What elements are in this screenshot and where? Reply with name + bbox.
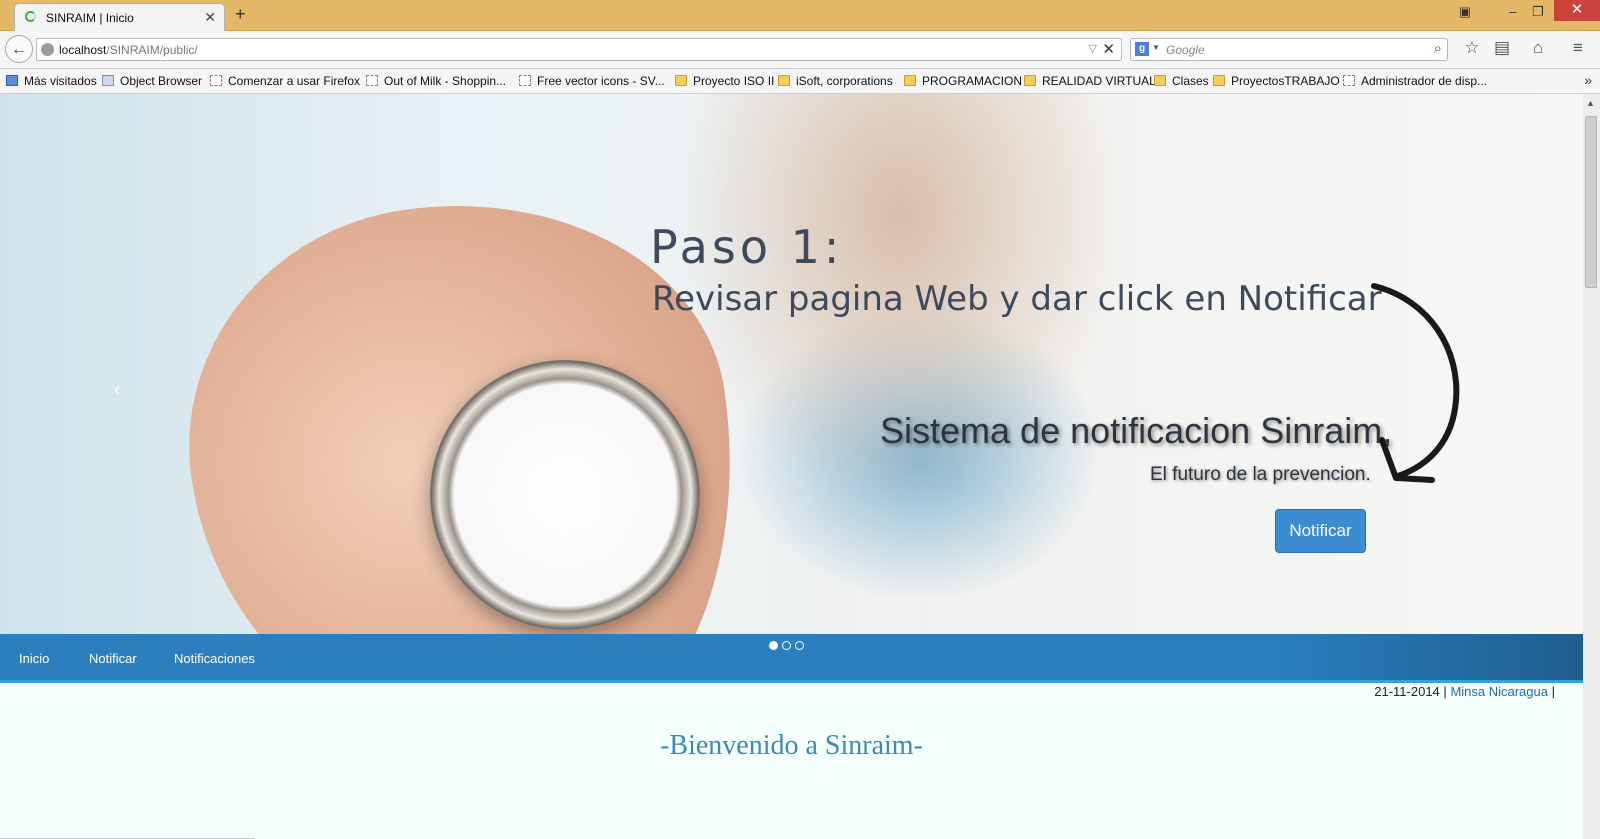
minimize-icon[interactable]: – xyxy=(1500,2,1526,22)
url-bar[interactable]: localhost/SINRAIM/public/ ▽ ✕ xyxy=(36,38,1122,61)
scrollbar-thumb[interactable] xyxy=(1585,116,1597,288)
menu-item-notificaciones[interactable]: Notificaciones xyxy=(174,651,255,666)
bookmark-item[interactable]: Proyecto ISO II xyxy=(675,74,774,88)
menu-item-notificar[interactable]: Notificar xyxy=(89,651,137,666)
step-title: Paso 1: xyxy=(650,220,844,274)
page-icon xyxy=(1343,75,1355,86)
carousel-indicators xyxy=(769,639,808,653)
browser-tab[interactable]: SINRAIM | Inicio ✕ xyxy=(14,3,225,31)
carousel-prev-icon[interactable]: ‹ xyxy=(114,379,121,402)
curved-arrow-icon xyxy=(1371,283,1460,483)
most-visited-icon xyxy=(6,75,18,86)
carousel-indicator[interactable] xyxy=(795,641,804,650)
page-icon xyxy=(210,75,222,86)
minsa-link[interactable]: Minsa Nicaragua xyxy=(1450,684,1548,699)
restore-icon[interactable]: ❐ xyxy=(1525,2,1551,22)
loading-spinner-icon xyxy=(25,11,36,22)
tab-bar: SINRAIM | Inicio ✕ + ▣ – ❐ ✕ xyxy=(0,0,1600,31)
notificar-button[interactable]: Notificar xyxy=(1275,509,1366,553)
bookmark-item[interactable]: Comenzar a usar Firefox xyxy=(210,74,360,88)
main-menu: Inicio Notificar Notificaciones xyxy=(0,634,1583,683)
bookmark-item[interactable]: Administrador de disp... xyxy=(1343,74,1487,88)
menu-icon[interactable]: ≡ xyxy=(1566,38,1590,58)
bookmark-item[interactable]: ProyectosTRABAJO xyxy=(1213,74,1340,88)
bookmark-item[interactable]: Free vector icons - SV... xyxy=(519,74,665,88)
search-placeholder: Google xyxy=(1166,43,1205,57)
search-icon[interactable]: ⌕ xyxy=(1434,40,1442,57)
page-icon xyxy=(519,75,531,86)
date-line: 21-11-2014 | Minsa Nicaragua | xyxy=(1374,684,1555,699)
folder-icon xyxy=(675,75,687,86)
google-icon[interactable]: g xyxy=(1135,42,1149,56)
page-icon xyxy=(102,75,114,86)
hero-headline: Sistema de notificacion Sinraim, xyxy=(880,410,1393,451)
back-arrow-icon: ← xyxy=(11,41,27,58)
bookmark-item[interactable]: PROGRAMACION xyxy=(904,74,1022,88)
bookmarks-list-icon[interactable]: ▤ xyxy=(1490,38,1514,58)
page-icon xyxy=(366,75,378,86)
bookmark-item[interactable]: Object Browser xyxy=(102,74,202,88)
bookmark-item[interactable]: Clases xyxy=(1154,74,1209,88)
carousel-indicator[interactable] xyxy=(782,641,791,650)
close-tab-icon[interactable]: ✕ xyxy=(204,9,216,26)
window-close-icon[interactable]: ✕ xyxy=(1554,0,1600,21)
menu-item-inicio[interactable]: Inicio xyxy=(19,651,49,666)
url-text: localhost/SINRAIM/public/ xyxy=(59,43,198,57)
bookmark-star-icon[interactable]: ☆ xyxy=(1460,38,1484,58)
hero-carousel: ‹ › Paso 1: Revisar pagina Web y dar cli… xyxy=(0,94,1583,634)
hero-tagline: El futuro de la prevencion. xyxy=(1150,464,1371,485)
back-button[interactable]: ← xyxy=(5,35,33,63)
bookmark-item[interactable]: Más visitados xyxy=(6,74,97,88)
page-scrollbar[interactable]: ▲ xyxy=(1583,94,1600,839)
navigation-bar: ← localhost/SINRAIM/public/ ▽ ✕ g ▼ Goog… xyxy=(0,31,1600,69)
engine-dropdown-icon[interactable]: ▼ xyxy=(1152,43,1160,52)
current-date: 21-11-2014 xyxy=(1374,684,1440,699)
bookmarks-toolbar: Más visitados Object Browser Comenzar a … xyxy=(0,69,1600,94)
bookmark-item[interactable]: Out of Milk - Shoppin... xyxy=(366,74,506,88)
folder-icon xyxy=(1213,75,1225,86)
step-instruction: Revisar pagina Web y dar click en Notifi… xyxy=(652,279,1382,319)
home-icon[interactable]: ⌂ xyxy=(1526,38,1550,58)
tab-groups-icon[interactable]: ▣ xyxy=(1452,2,1478,22)
web-page: ‹ › Paso 1: Revisar pagina Web y dar cli… xyxy=(0,94,1583,839)
folder-icon xyxy=(778,75,790,86)
welcome-heading: -Bienvenido a Sinraim- xyxy=(660,730,923,761)
globe-icon xyxy=(41,43,54,56)
folder-icon xyxy=(904,75,916,86)
history-dropdown-icon[interactable]: ▽ xyxy=(1089,42,1097,55)
tab-title: SINRAIM | Inicio xyxy=(46,11,134,25)
carousel-indicator[interactable] xyxy=(769,641,778,650)
scroll-up-icon[interactable]: ▲ xyxy=(1586,98,1595,108)
folder-icon xyxy=(1024,75,1036,86)
stop-icon[interactable]: ✕ xyxy=(1102,40,1115,58)
bookmark-item[interactable]: iSoft, corporations xyxy=(778,74,893,88)
stethoscope-image xyxy=(430,360,700,630)
search-input[interactable]: g ▼ Google ⌕ xyxy=(1130,38,1448,61)
chevron-more-icon[interactable]: » xyxy=(1584,72,1592,88)
folder-icon xyxy=(1154,75,1166,86)
new-tab-button[interactable]: + xyxy=(235,4,246,25)
bookmark-item[interactable]: REALIDAD VIRTUAL xyxy=(1024,74,1156,88)
